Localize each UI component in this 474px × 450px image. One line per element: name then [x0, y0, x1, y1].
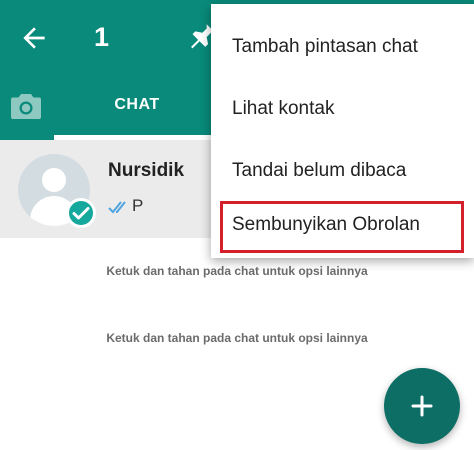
tab-chat[interactable]: CHAT: [54, 74, 220, 140]
overflow-menu: Tambah pintasan chat Lihat kontak Tandai…: [211, 4, 474, 258]
menu-item-mark-unread[interactable]: Tandai belum dibaca: [211, 138, 474, 196]
menu-item-label: Tandai belum dibaca: [232, 160, 407, 181]
arrow-back-icon[interactable]: [18, 22, 50, 54]
tab-chat-label: CHAT: [114, 96, 160, 113]
plus-icon: [411, 395, 433, 417]
menu-item-add-shortcut[interactable]: Tambah pintasan chat: [211, 14, 474, 72]
camera-icon[interactable]: [10, 92, 42, 120]
hint-text: Ketuk dan tahan pada chat untuk opsi lai…: [106, 331, 368, 345]
menu-item-label: Tambah pintasan chat: [232, 36, 418, 57]
selected-count: 1: [94, 22, 110, 52]
double-tick-icon: [108, 201, 126, 214]
menu-item-label: Sembunyikan Obrolan: [232, 214, 420, 235]
message-preview: P: [132, 196, 144, 215]
avatar-head: [42, 168, 66, 192]
menu-item-view-contact[interactable]: Lihat kontak: [211, 76, 474, 134]
menu-item-archive-chat[interactable]: Sembunyikan Obrolan: [211, 198, 474, 256]
menu-item-label: Lihat kontak: [232, 98, 335, 119]
contact-name: Nursidik: [108, 160, 185, 181]
new-chat-button[interactable]: [384, 368, 460, 444]
hint-text: Ketuk dan tahan pada chat untuk opsi lai…: [106, 264, 368, 278]
check-icon: [66, 198, 96, 228]
